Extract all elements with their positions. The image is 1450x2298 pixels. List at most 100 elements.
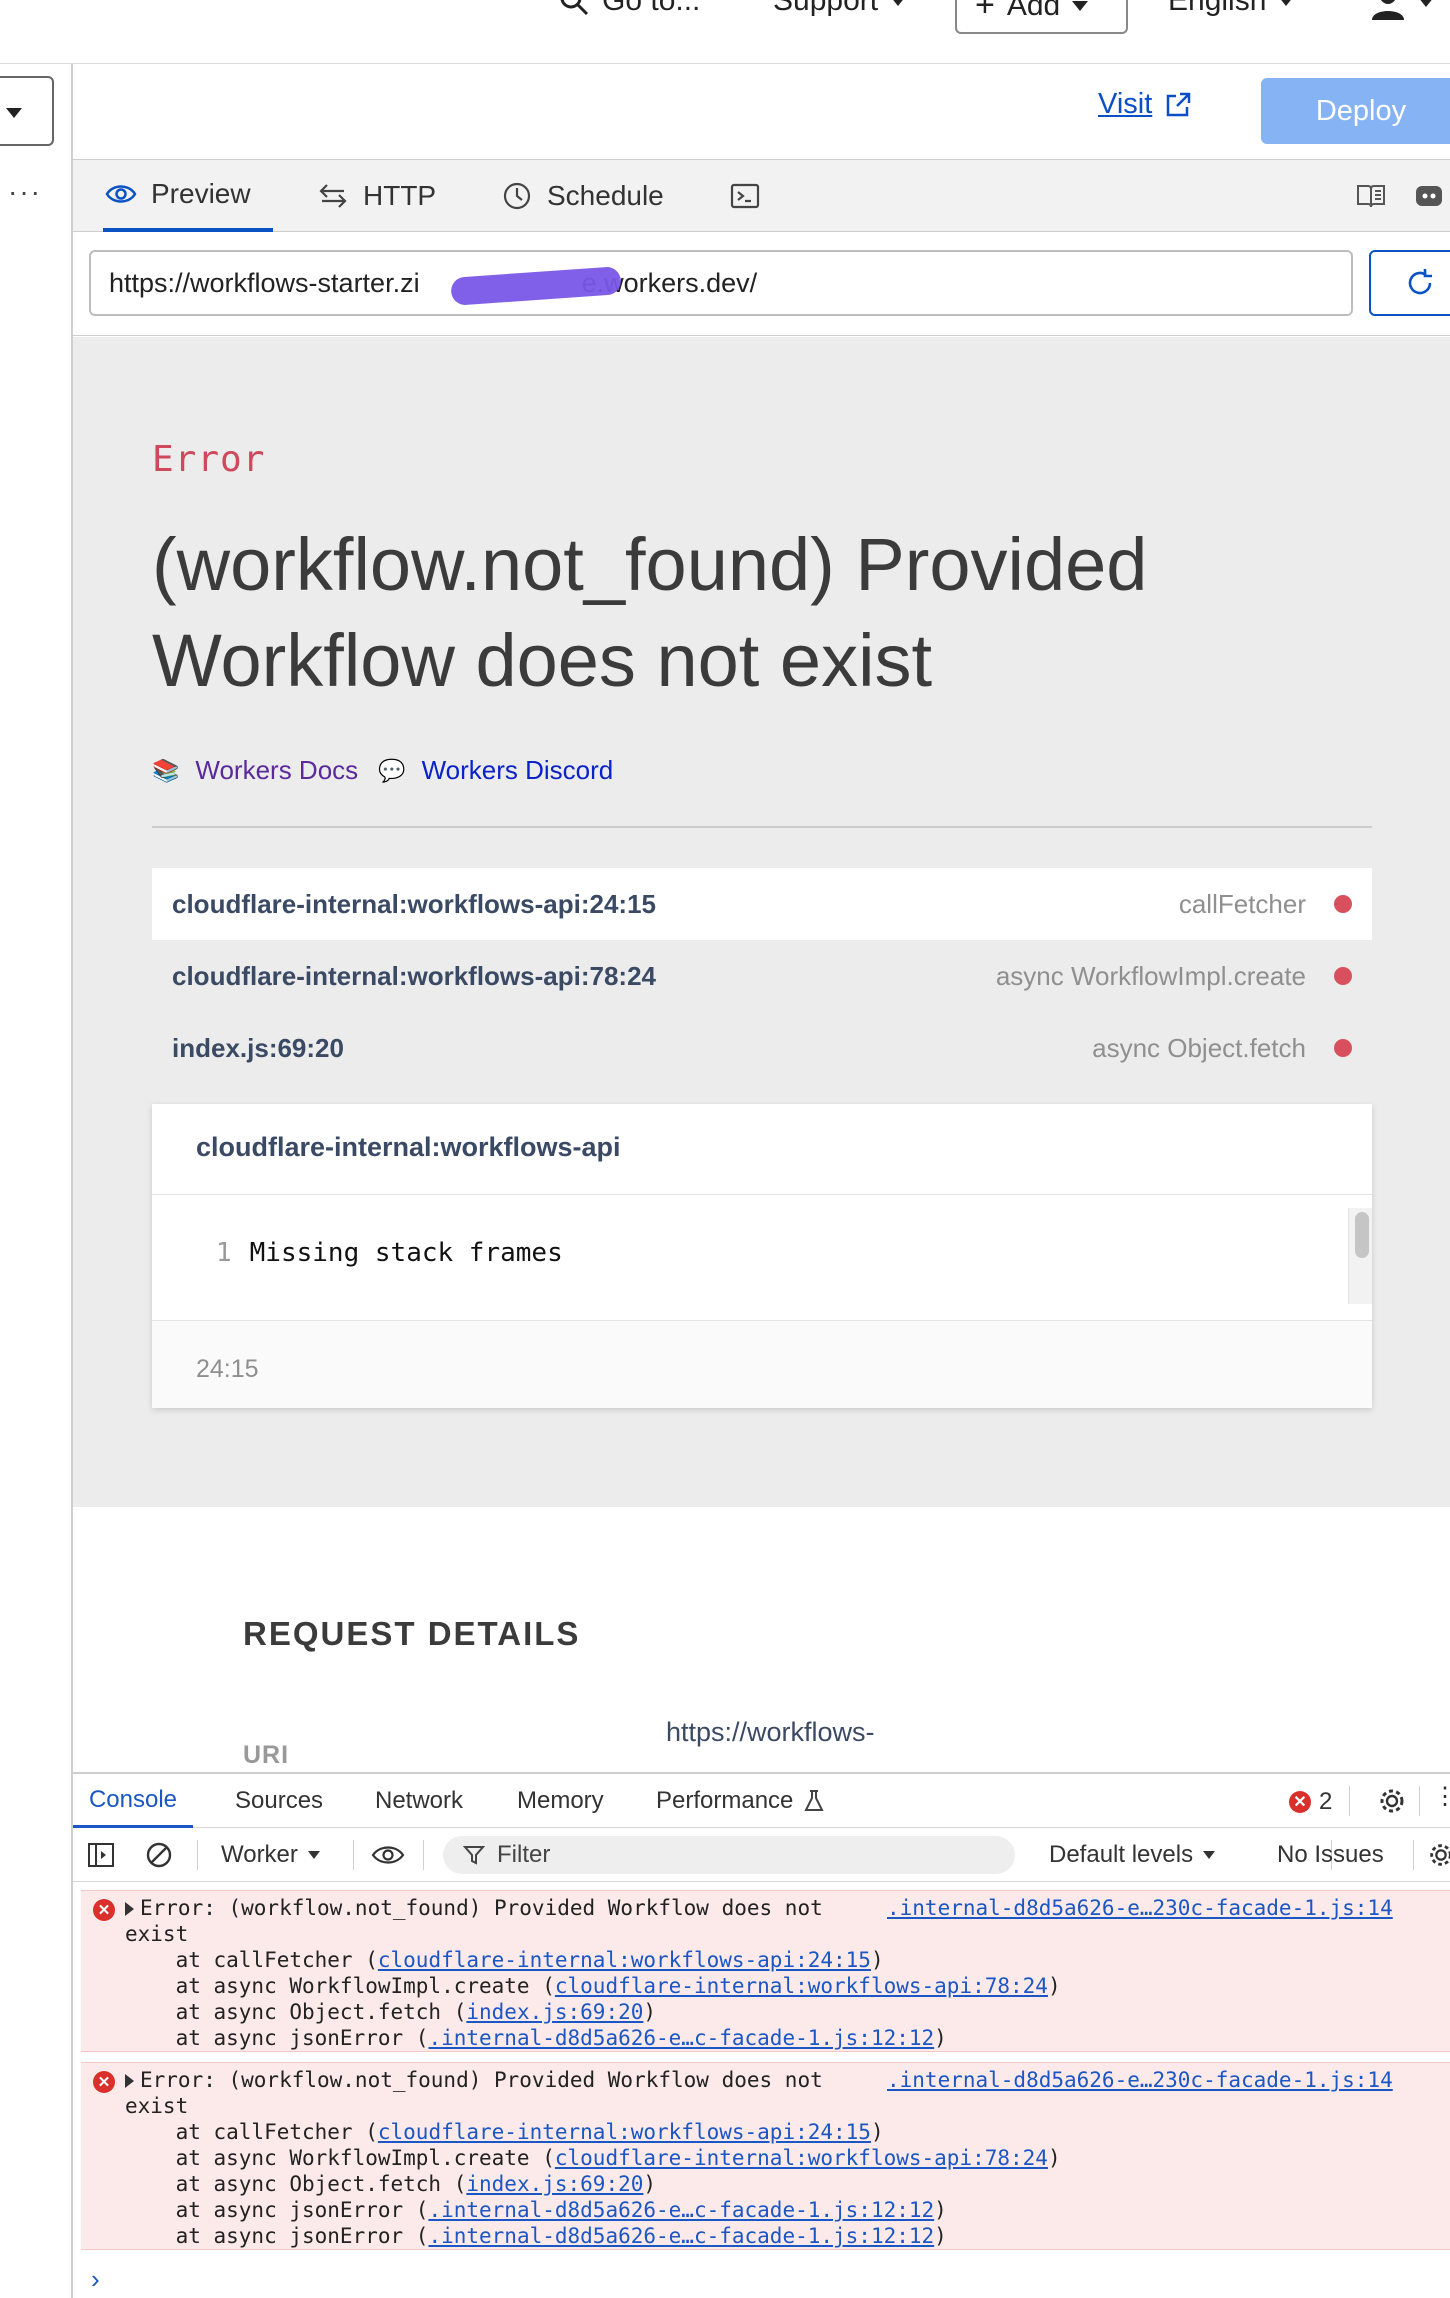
tab-memory-label: Memory (517, 1787, 604, 1814)
stack-link[interactable]: cloudflare-internal:workflows-api:24:15 (378, 1948, 871, 1972)
error-count: 2 (1319, 1788, 1333, 1815)
expand-triangle-icon[interactable] (125, 1902, 134, 1916)
context-selector[interactable]: Worker (221, 1828, 320, 1882)
message-text-cont: exist (125, 1922, 189, 1946)
tab-terminal[interactable] (729, 160, 761, 232)
docs-book-button[interactable] (1355, 160, 1387, 232)
stack-line: at async WorkflowImpl.create (cloudflare… (125, 1974, 1061, 1998)
tab-preview[interactable]: Preview (103, 160, 273, 232)
goto-label: Go to... (602, 0, 701, 17)
more-options-icon[interactable]: ··· (8, 176, 42, 208)
deploy-button[interactable]: Deploy (1261, 78, 1450, 144)
more-vertical-icon[interactable]: ⋮ (1433, 1782, 1450, 1811)
gear-icon[interactable] (1427, 1841, 1450, 1869)
message-head[interactable]: Error: (workflow.not_found) Provided Wor… (125, 2067, 823, 2093)
tab-schedule[interactable]: Schedule (501, 160, 664, 232)
code-scrollbar[interactable] (1348, 1208, 1372, 1304)
error-title: (workflow.not_found) Provided Workflow d… (152, 523, 1148, 702)
arrows-swap-icon (319, 184, 347, 208)
console-prompt[interactable]: › (91, 2264, 100, 2295)
stack-link[interactable]: index.js:69:20 (466, 2172, 643, 2196)
message-source-link[interactable]: .internal-d8d5a626-e…230c-facade-1.js:14 (887, 1895, 1393, 1921)
stack-link[interactable]: .internal-d8d5a626-e…c-facade-1.js:12:12 (428, 2026, 934, 2050)
message-text-cont: exist (125, 2094, 189, 2118)
message-text: Error: (workflow.not_found) Provided Wor… (140, 1896, 823, 1920)
stack-link[interactable]: .internal-d8d5a626-e…c-facade-1.js:12:12 (428, 2224, 934, 2248)
url-bar-row: https://workflows-starter.zi e.workers.d… (73, 232, 1450, 336)
source-card-footer: 24:15 (152, 1321, 1372, 1408)
error-page: Error (workflow.not_found) Provided Work… (73, 337, 1450, 1507)
add-button[interactable]: + Add (955, 0, 1128, 34)
error-help-links: 📚 Workers Docs 💬 Workers Discord (152, 755, 613, 786)
stack-link[interactable]: cloudflare-internal:workflows-api:78:24 (555, 1974, 1048, 1998)
uri-label: URI (243, 1741, 290, 1769)
language-menu[interactable]: English (1168, 0, 1295, 18)
error-label: Error (152, 439, 266, 480)
tab-network[interactable]: Network (375, 1774, 463, 1828)
source-position: 24:15 (196, 1355, 259, 1383)
divider (152, 826, 1372, 828)
books-icon: 📚 (152, 757, 180, 783)
uri-value: https://workflows- (666, 1717, 875, 1747)
flask-icon (804, 1790, 825, 1811)
source-code-card: cloudflare-internal:workflows-api 1 Miss… (152, 1104, 1372, 1408)
stack-line: at async jsonError (.internal-d8d5a626-e… (125, 2026, 947, 2050)
request-details-heading: REQUEST DETAILS (243, 1615, 581, 1652)
tab-console[interactable]: Console (73, 1774, 193, 1828)
preview-url-input[interactable]: https://workflows-starter.zi e.workers.d… (89, 250, 1353, 316)
goto-search[interactable]: Go to... (558, 0, 700, 18)
stack-link[interactable]: index.js:69:20 (466, 2000, 643, 2024)
tab-performance-label: Performance (656, 1787, 794, 1814)
refresh-button[interactable] (1369, 250, 1450, 316)
visit-link[interactable]: Visit (1098, 88, 1192, 121)
sidebar-toggle-icon[interactable] (87, 1841, 115, 1869)
add-label: Add (1006, 0, 1061, 22)
message-source-link[interactable]: .internal-d8d5a626-e…230c-facade-1.js:14 (887, 2067, 1393, 2093)
gear-icon[interactable] (1377, 1786, 1407, 1816)
support-menu[interactable]: Support (773, 0, 907, 18)
eye-icon[interactable] (371, 1841, 405, 1869)
context-label: Worker (221, 1841, 298, 1868)
scrollbar-thumb[interactable] (1355, 1212, 1369, 1258)
console-filter-input[interactable]: Filter (443, 1836, 1015, 1874)
stack-link[interactable]: cloudflare-internal:workflows-api:78:24 (555, 2146, 1048, 2170)
account-menu[interactable] (1370, 0, 1434, 20)
stack-link[interactable]: .internal-d8d5a626-e…c-facade-1.js:12:12 (428, 2198, 934, 2222)
tab-sources[interactable]: Sources (235, 1774, 323, 1828)
log-levels-label: Default levels (1049, 1841, 1194, 1868)
divider (1413, 1840, 1414, 1870)
preview-url-text: https://workflows-starter.zi e.workers.d… (109, 267, 758, 298)
stack-frame[interactable]: cloudflare-internal:workflows-api:78:24 … (152, 940, 1372, 1012)
source-file-title: cloudflare-internal:workflows-api (196, 1132, 621, 1162)
stack-frame-function: async WorkflowImpl.create (995, 960, 1306, 991)
workers-discord-link[interactable]: Workers Discord (422, 755, 614, 786)
tab-network-label: Network (375, 1787, 464, 1814)
user-avatar-icon (1372, 0, 1404, 20)
chevron-down-icon (307, 1851, 320, 1859)
tab-preview-label: Preview (151, 178, 251, 209)
request-details-section: REQUEST DETAILS URI https://workflows- (73, 1507, 1450, 1772)
clear-console-icon[interactable] (145, 1841, 173, 1869)
tab-http[interactable]: HTTP (317, 160, 436, 232)
stack-line: at async Object.fetch (index.js:69:20) (125, 2000, 657, 2024)
divider (197, 1840, 198, 1870)
tab-memory[interactable]: Memory (517, 1774, 604, 1828)
left-panel-select[interactable] (0, 76, 54, 146)
tab-performance[interactable]: Performance (656, 1774, 825, 1828)
terminal-icon (730, 183, 760, 209)
message-head[interactable]: Error: (workflow.not_found) Provided Wor… (125, 1895, 823, 1921)
workers-docs-link[interactable]: Workers Docs (195, 755, 358, 786)
eye-icon (105, 185, 137, 203)
stack-link[interactable]: cloudflare-internal:workflows-api:24:15 (378, 2120, 871, 2144)
language-label: English (1168, 0, 1267, 17)
issues-button[interactable]: No Issues (1277, 1828, 1384, 1882)
log-levels-selector[interactable]: Default levels (1049, 1828, 1216, 1882)
expand-triangle-icon[interactable] (125, 2074, 134, 2088)
stack-frame[interactable]: index.js:69:20 async Object.fetch (152, 1012, 1372, 1084)
discord-button[interactable] (1413, 160, 1445, 232)
tab-console-label: Console (88, 1785, 178, 1813)
chevron-down-icon (6, 108, 22, 118)
stack-frame-location: cloudflare-internal:workflows-api:24:15 (172, 888, 656, 919)
stack-frame[interactable]: cloudflare-internal:workflows-api:24:15 … (152, 868, 1372, 940)
error-count-badge[interactable]: ✕ 2 (1289, 1788, 1332, 1816)
